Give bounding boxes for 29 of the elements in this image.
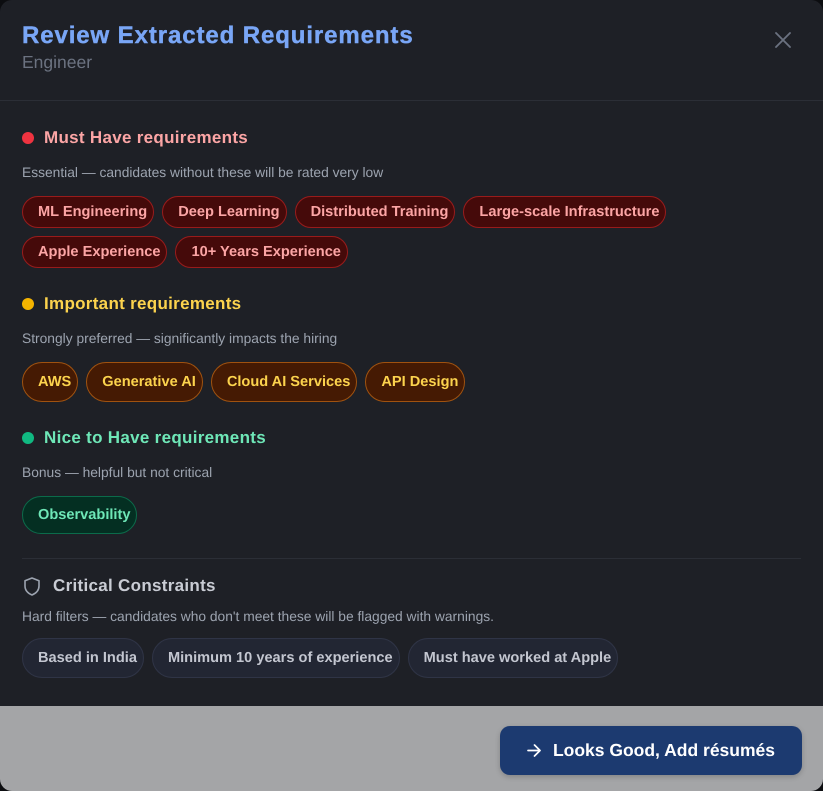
constraint-tag: Minimum 10 years of experience: [152, 638, 400, 678]
requirement-tag: Apple Experience: [22, 236, 168, 268]
shield-icon: [24, 576, 40, 596]
dialog-subtitle: Engineer: [22, 51, 94, 73]
section-description: Essential — candidates without these will be rated very low: [22, 164, 384, 182]
requirement-tag: 10+ Years Experience: [175, 236, 348, 268]
close-button[interactable]: [775, 32, 791, 48]
add-resumes-button[interactable]: Looks Good, Add résumés: [500, 726, 802, 775]
requirement-tag: Distributed Training: [294, 196, 456, 228]
section-description: Hard filters — candidates who don't meet these will be flagged with warnings.: [22, 608, 495, 626]
constraint-tag: Based in India: [22, 638, 144, 678]
arrow-right-icon: [526, 744, 541, 757]
requirement-tag: ML Engineering: [22, 196, 154, 228]
section-title: Must Have requirements: [44, 127, 248, 149]
requirement-tag: AWS: [22, 362, 78, 402]
requirement-tag: Deep Learning: [162, 196, 287, 228]
requirement-tag: Cloud AI Services: [210, 362, 358, 402]
requirement-tag: Large-scale Infrastructure: [463, 196, 666, 228]
section-title: Nice to Have requirements: [44, 427, 266, 449]
requirement-tag: Observability: [22, 496, 138, 534]
requirement-tag: API Design: [365, 362, 466, 402]
dialog-title: Review Extracted Requirements: [22, 21, 414, 51]
requirement-tag: Generative AI: [86, 362, 203, 402]
close-icon: [775, 32, 791, 48]
section-title: Critical Constraints: [53, 575, 216, 597]
section-title: Important requirements: [44, 293, 242, 315]
section-description: Strongly preferred — significantly impacts the hiring: [22, 330, 338, 348]
section-description: Bonus — helpful but not critical: [22, 464, 214, 482]
constraint-tag: Must have worked at Apple: [408, 638, 618, 678]
